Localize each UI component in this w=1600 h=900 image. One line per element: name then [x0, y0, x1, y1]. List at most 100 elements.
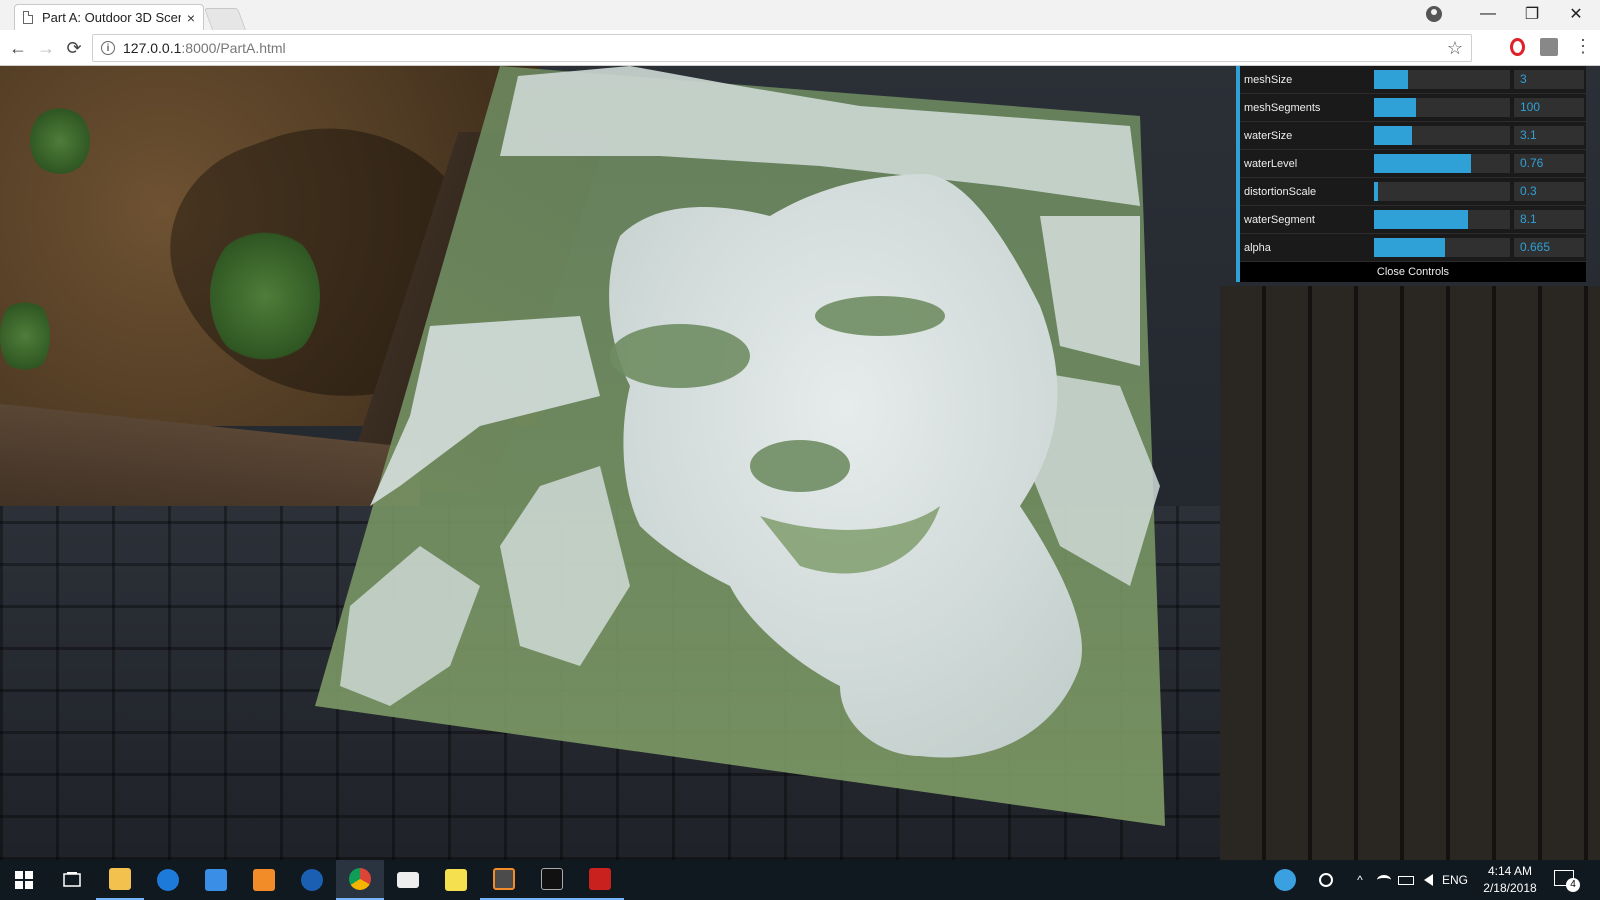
slider-fill: [1374, 210, 1468, 229]
control-row-distortionscale[interactable]: distortionScale 0.3: [1240, 178, 1586, 206]
extension-icon[interactable]: [1540, 38, 1558, 56]
control-row-watersize[interactable]: waterSize 3.1: [1240, 122, 1586, 150]
reload-button[interactable]: ⟳: [62, 36, 86, 60]
number-input[interactable]: 0.665: [1514, 238, 1584, 257]
battery-icon: [1398, 875, 1414, 885]
browser-tab[interactable]: Part A: Outdoor 3D Scen ×: [14, 4, 204, 30]
slider[interactable]: [1374, 238, 1510, 257]
number-input[interactable]: 100: [1514, 98, 1584, 117]
terminal-icon: [541, 868, 563, 890]
sublime-text-icon: [493, 868, 515, 890]
control-row-alpha[interactable]: alpha 0.665: [1240, 234, 1586, 262]
control-label: waterLevel: [1244, 157, 1298, 170]
number-input[interactable]: 0.3: [1514, 182, 1584, 201]
media-player-button[interactable]: [240, 860, 288, 900]
forward-button[interactable]: →: [34, 36, 58, 60]
chrome-button[interactable]: [336, 860, 384, 900]
control-label: meshSegments: [1244, 101, 1321, 114]
store-icon: [205, 869, 227, 891]
browser-toolbar: ← → ⟳ i 127.0.0.1:8000/PartA.html ☆ ⋮: [0, 30, 1600, 66]
notification-count-badge: 4: [1566, 878, 1580, 892]
sublime-text-button[interactable]: [480, 860, 528, 900]
tab-title: Part A: Outdoor 3D Scen: [42, 10, 181, 25]
battery-tray-button[interactable]: [1396, 860, 1416, 900]
control-label: waterSegment: [1244, 213, 1315, 226]
number-input[interactable]: 8.1: [1514, 210, 1584, 229]
profile-icon[interactable]: [1426, 6, 1442, 22]
restore-button[interactable]: ❐: [1510, 0, 1554, 28]
plant: [30, 106, 90, 176]
taskbar-clock[interactable]: 4:14 AM 2/18/2018: [1470, 863, 1550, 897]
people-icon: [1319, 873, 1333, 887]
opera-extension-icon[interactable]: [1510, 38, 1525, 56]
plant: [0, 296, 50, 376]
number-input[interactable]: 3.1: [1514, 126, 1584, 145]
language-indicator[interactable]: ENG: [1440, 860, 1470, 900]
network-tray-button[interactable]: [1374, 860, 1394, 900]
mail-icon: [397, 872, 419, 888]
control-row-meshsegments[interactable]: meshSegments 100: [1240, 94, 1586, 122]
control-label: alpha: [1244, 241, 1271, 254]
browser-titlebar: Part A: Outdoor 3D Scen × — ❐ ✕: [0, 0, 1600, 30]
chevron-up-icon: ^: [1357, 873, 1363, 887]
edge-icon: [157, 869, 179, 891]
minimize-button[interactable]: —: [1466, 0, 1510, 28]
back-button[interactable]: ←: [6, 36, 30, 60]
slider[interactable]: [1374, 154, 1510, 173]
help-tray-button[interactable]: [1270, 860, 1300, 900]
hp-button[interactable]: [288, 860, 336, 900]
media-player-icon: [253, 869, 275, 891]
clock-date: 2/18/2018: [1483, 881, 1537, 895]
windows-start-button[interactable]: [0, 860, 48, 900]
task-view-button[interactable]: [48, 860, 96, 900]
slider[interactable]: [1374, 98, 1510, 117]
clock-time: 4:14 AM: [1487, 864, 1533, 878]
slider-fill: [1374, 70, 1408, 89]
chrome-icon: [349, 868, 371, 890]
control-row-meshsize[interactable]: meshSize 3: [1240, 66, 1586, 94]
wooden-deck: [1220, 286, 1600, 860]
slider[interactable]: [1374, 182, 1510, 201]
nose-cavity: [750, 440, 850, 492]
address-bar[interactable]: i 127.0.0.1:8000/PartA.html ☆: [92, 34, 1472, 62]
control-row-watersegment[interactable]: waterSegment 8.1: [1240, 206, 1586, 234]
slider[interactable]: [1374, 126, 1510, 145]
terrain-mesh: [315, 66, 1165, 826]
folder-icon: [109, 868, 131, 890]
mail-button[interactable]: [384, 860, 432, 900]
task-view-icon: [63, 872, 81, 887]
filezilla-button[interactable]: [576, 860, 624, 900]
slider[interactable]: [1374, 210, 1510, 229]
close-controls-button[interactable]: Close Controls: [1240, 262, 1586, 282]
action-center-button[interactable]: 4: [1554, 868, 1580, 892]
control-row-waterlevel[interactable]: waterLevel 0.76: [1240, 150, 1586, 178]
filezilla-icon: [589, 868, 611, 890]
new-tab-button[interactable]: [203, 8, 247, 30]
volume-tray-button[interactable]: [1418, 860, 1438, 900]
edge-button[interactable]: [144, 860, 192, 900]
volume-icon: [1423, 874, 1433, 886]
slider[interactable]: [1374, 70, 1510, 89]
number-input[interactable]: 0.76: [1514, 154, 1584, 173]
browser-menu-icon[interactable]: ⋮: [1574, 37, 1592, 55]
bookmark-star-icon[interactable]: ☆: [1447, 38, 1463, 59]
controls-panel: meshSize 3 meshSegments 100 waterSize 3.…: [1236, 66, 1586, 282]
site-info-icon[interactable]: i: [101, 41, 115, 55]
windows-logo-icon: [15, 871, 33, 889]
slider-fill: [1374, 98, 1417, 117]
slider-fill: [1374, 182, 1379, 201]
close-window-button[interactable]: ✕: [1554, 0, 1598, 28]
show-hidden-icons-button[interactable]: ^: [1350, 860, 1370, 900]
hp-icon: [301, 869, 323, 891]
control-label: distortionScale: [1244, 185, 1317, 198]
sticky-notes-button[interactable]: [432, 860, 480, 900]
tab-close-icon[interactable]: ×: [187, 10, 195, 26]
file-explorer-button[interactable]: [96, 860, 144, 900]
url-path: :8000/PartA.html: [181, 40, 286, 56]
people-tray-button[interactable]: [1314, 860, 1338, 900]
control-label: waterSize: [1244, 129, 1293, 142]
terminal-button[interactable]: [528, 860, 576, 900]
store-button[interactable]: [192, 860, 240, 900]
number-input[interactable]: 3: [1514, 70, 1584, 89]
slider-fill: [1374, 126, 1413, 145]
